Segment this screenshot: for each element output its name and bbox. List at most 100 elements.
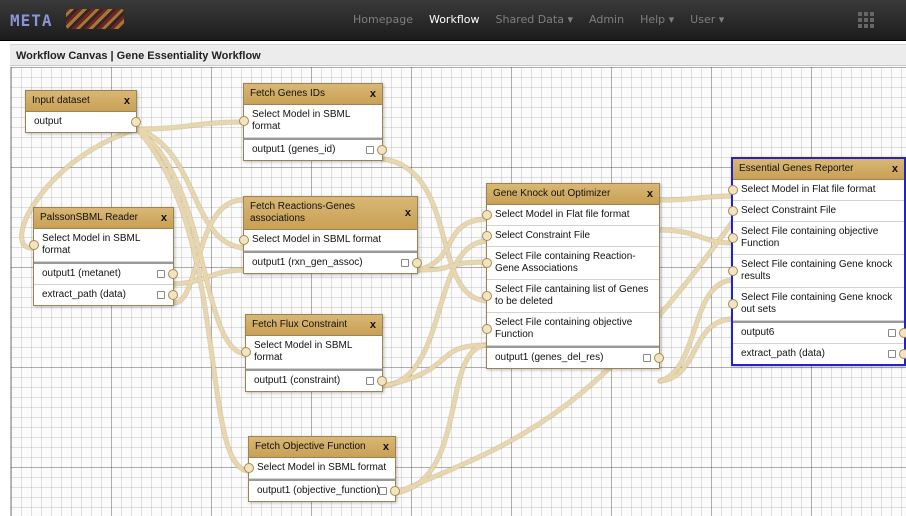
output-terminal[interactable] (377, 145, 387, 155)
input-port[interactable]: Select File containing Reaction-Gene Ass… (482, 247, 659, 280)
input-terminal[interactable] (482, 231, 492, 241)
output-checkbox[interactable] (888, 329, 896, 337)
output-port[interactable]: output1 (constraint) (246, 369, 387, 391)
input-port[interactable]: Select File containing Gene knock result… (728, 255, 904, 288)
input-terminal[interactable] (482, 291, 492, 301)
nav-user[interactable]: User ▾ (682, 0, 732, 40)
close-icon[interactable]: x (161, 212, 167, 224)
input-port[interactable]: Select Constraint File (728, 201, 904, 222)
input-port[interactable]: Select File cantaining list of Genes to … (482, 280, 659, 313)
close-icon[interactable]: x (370, 88, 376, 100)
apps-grid-icon[interactable] (858, 12, 874, 28)
input-port[interactable]: Select File containing objective Functio… (728, 222, 904, 255)
input-port[interactable]: Select File containing objective Functio… (482, 313, 659, 346)
input-port[interactable]: Select Model in SBML format (241, 336, 382, 369)
nav-homepage[interactable]: Homepage (345, 0, 421, 40)
output-checkbox[interactable] (157, 270, 165, 278)
nav-workflow[interactable]: Workflow (421, 0, 488, 40)
input-label: Select Model in SBML format (42, 233, 141, 256)
output-checkbox[interactable] (366, 377, 374, 385)
input-terminal[interactable] (244, 463, 254, 473)
close-icon[interactable]: x (370, 319, 376, 331)
input-port[interactable]: Select Model in Flat file format (728, 180, 904, 201)
nav-shared-data[interactable]: Shared Data ▾ (487, 0, 581, 40)
close-icon[interactable]: x (124, 95, 130, 107)
close-icon[interactable]: x (892, 163, 898, 175)
input-port[interactable]: Select Model in Flat file format (482, 205, 659, 226)
node-title: Fetch Reactions-Genes associations (250, 201, 356, 224)
output-terminal[interactable] (654, 353, 664, 363)
node-title: Fetch Genes IDs (250, 88, 326, 99)
nav-admin[interactable]: Admin (581, 0, 632, 40)
input-port[interactable]: Select Constraint File (482, 226, 659, 247)
output-port[interactable]: output6 (733, 321, 906, 344)
logo-text: META (10, 11, 53, 30)
output-port[interactable]: output1 (metanet) (34, 262, 178, 285)
input-label: Select Model in Flat file format (741, 184, 876, 195)
output-terminal[interactable] (168, 269, 178, 279)
input-terminal[interactable] (728, 266, 738, 276)
node-header[interactable]: Input dataset x (26, 91, 136, 112)
node-header[interactable]: Fetch Genes IDs x (244, 84, 382, 105)
node-header[interactable]: Gene Knock out Optimizer x (487, 184, 659, 205)
node-fetch-objective-function[interactable]: Fetch Objective Function x Select Model … (244, 436, 400, 502)
input-terminal[interactable] (482, 258, 492, 268)
input-terminal[interactable] (29, 240, 39, 250)
node-fetch-reactions-genes[interactable]: Fetch Reactions-Genes associations x Sel… (239, 196, 422, 274)
node-title: PalssonSBML Reader (40, 212, 139, 223)
input-port[interactable]: Select File containing Gene knock out se… (728, 288, 904, 321)
output-checkbox[interactable] (643, 354, 651, 362)
node-header[interactable]: Fetch Objective Function x (249, 437, 395, 458)
close-icon[interactable]: x (383, 441, 389, 453)
output-terminal[interactable] (899, 328, 906, 338)
node-title: Gene Knock out Optimizer (493, 188, 611, 199)
output-port[interactable]: output1 (rxn_gen_assoc) (244, 251, 422, 273)
input-terminal[interactable] (728, 233, 738, 243)
node-fetch-genes-ids[interactable]: Fetch Genes IDs x Select Model in SBML f… (239, 83, 387, 161)
input-terminal[interactable] (728, 206, 738, 216)
output-port[interactable]: output (26, 112, 141, 132)
nav-help[interactable]: Help ▾ (632, 0, 682, 40)
output-checkbox[interactable] (366, 146, 374, 154)
output-terminal[interactable] (899, 349, 906, 359)
input-terminal[interactable] (241, 347, 251, 357)
input-port[interactable]: Select Model in SBML format (239, 105, 382, 138)
output-checkbox[interactable] (379, 487, 387, 495)
node-fetch-flux-constraint[interactable]: Fetch Flux Constraint x Select Model in … (241, 314, 387, 392)
node-gene-knockout-optimizer[interactable]: Gene Knock out Optimizer x Select Model … (482, 183, 664, 369)
node-input-dataset[interactable]: Input dataset x output (25, 90, 141, 133)
input-terminal[interactable] (239, 116, 249, 126)
output-port[interactable]: extract_path (data) (733, 344, 906, 364)
input-terminal[interactable] (482, 210, 492, 220)
output-checkbox[interactable] (888, 350, 896, 358)
output-terminal[interactable] (168, 290, 178, 300)
node-header[interactable]: PalssonSBML Reader x (34, 208, 173, 229)
input-terminal[interactable] (728, 185, 738, 195)
input-terminal[interactable] (482, 324, 492, 334)
output-terminal[interactable] (390, 486, 400, 496)
output-terminal[interactable] (131, 117, 141, 127)
input-port[interactable]: Select Model in SBML format (239, 230, 417, 251)
input-port[interactable]: Select Model in SBML format (29, 229, 173, 262)
output-terminal[interactable] (412, 258, 422, 268)
close-icon[interactable]: x (405, 207, 411, 219)
app-logo[interactable]: META (10, 9, 124, 30)
node-palsson-sbml-reader[interactable]: PalssonSBML Reader x Select Model in SBM… (29, 207, 178, 306)
node-header[interactable]: Essential Genes Reporter x (733, 159, 904, 180)
output-port[interactable]: extract_path (data) (34, 285, 178, 305)
output-port[interactable]: output1 (objective_function) (249, 479, 400, 501)
close-icon[interactable]: x (647, 188, 653, 200)
node-essential-genes-reporter[interactable]: Essential Genes Reporter x Select Model … (728, 157, 906, 366)
output-port[interactable]: output1 (genes_del_res) (487, 346, 664, 368)
input-terminal[interactable] (728, 299, 738, 309)
input-terminal[interactable] (239, 235, 249, 245)
output-label: output (34, 116, 62, 127)
output-checkbox[interactable] (401, 259, 409, 267)
output-terminal[interactable] (377, 376, 387, 386)
output-port[interactable]: output1 (genes_id) (244, 138, 387, 160)
output-checkbox[interactable] (157, 291, 165, 299)
input-label: Select File containing objective Functio… (741, 226, 879, 249)
node-header[interactable]: Fetch Flux Constraint x (246, 315, 382, 336)
input-port[interactable]: Select Model in SBML format (244, 458, 395, 479)
node-header[interactable]: Fetch Reactions-Genes associations x (244, 197, 417, 230)
